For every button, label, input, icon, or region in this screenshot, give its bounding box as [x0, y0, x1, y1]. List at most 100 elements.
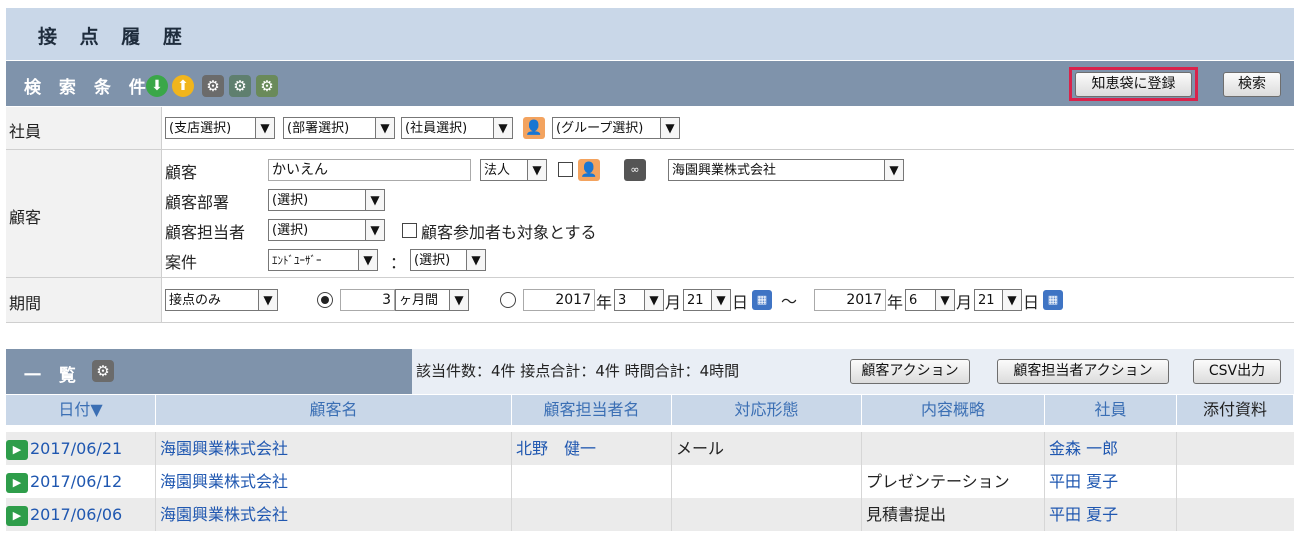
- to-year-input[interactable]: 2017: [814, 289, 886, 311]
- up-arrow-icon[interactable]: ⬆: [172, 75, 194, 97]
- gear-icon[interactable]: ⚙: [92, 360, 114, 382]
- col-contact: 顧客担当者名: [512, 395, 672, 425]
- csv-export-button[interactable]: CSV出力: [1193, 359, 1281, 384]
- chevron-down-icon: ▼: [365, 220, 384, 240]
- from-month-select[interactable]: 3 ▼: [614, 289, 664, 311]
- corp-type-select[interactable]: 法人 ▼: [480, 159, 547, 181]
- customer-dept-value: (選択): [272, 193, 309, 208]
- chevron-down-icon: ▼: [375, 118, 394, 138]
- period-row: 期間 接点のみ ▼ 3 ヶ月間 ▼ 2017 年 3 ▼ 月 21 ▼ 日 ▦ ～ 20…: [6, 278, 1294, 323]
- summary-cell: 見積書提出: [862, 498, 1045, 531]
- company-select[interactable]: 海園興業株式会社 ▼: [668, 159, 904, 181]
- months-radio[interactable]: [317, 292, 333, 308]
- search-conditions-label: 検 索 条 件: [24, 78, 152, 98]
- customer-dept-select[interactable]: (選択) ▼: [268, 189, 385, 211]
- months-input[interactable]: 3: [340, 289, 395, 311]
- gear-search-icon[interactable]: ⚙: [229, 75, 251, 97]
- case-select[interactable]: (選択) ▼: [410, 249, 486, 271]
- col-staff: 社員: [1045, 395, 1177, 425]
- case-label: 案件: [165, 253, 198, 272]
- video-icon[interactable]: ▶: [6, 505, 28, 526]
- chevron-down-icon: ▼: [466, 250, 485, 270]
- date-cell[interactable]: ▶ 2017/06/06: [6, 498, 156, 531]
- list-summary: 該当件数：4件 接点合計：4件 時間合計：4時間: [416, 362, 740, 380]
- col-type: 対応形態: [672, 395, 862, 425]
- staff-link[interactable]: 平田 夏子: [1045, 498, 1177, 531]
- person-icon[interactable]: 👤: [578, 159, 600, 181]
- binoculars-icon[interactable]: ∞: [624, 159, 646, 181]
- group-select[interactable]: (グループ選択) ▼: [552, 117, 680, 139]
- period-mode-select[interactable]: 接点のみ ▼: [165, 289, 278, 311]
- branch-select-value: (支店選択): [169, 121, 232, 136]
- date-range-radio[interactable]: [500, 292, 516, 308]
- search-button[interactable]: 検索: [1223, 72, 1281, 97]
- date-cell[interactable]: ▶ 2017/06/12: [6, 465, 156, 498]
- video-icon[interactable]: ▶: [6, 472, 28, 493]
- chevron-down-icon: ▼: [1002, 290, 1021, 310]
- contact-action-button[interactable]: 顧客担当者アクション: [997, 359, 1169, 384]
- col-date[interactable]: 日付▼: [6, 395, 156, 425]
- date-cell[interactable]: ▶ 2017/06/21: [6, 432, 156, 465]
- company-select-value: 海園興業株式会社: [672, 163, 777, 178]
- staff-link[interactable]: 金森 一郎: [1045, 432, 1177, 465]
- from-day-select[interactable]: 21 ▼: [683, 289, 731, 311]
- staff-select-value: (社員選択): [405, 121, 468, 136]
- chevron-down-icon: ▼: [935, 290, 954, 310]
- page-title-bar: 接 点 履 歴: [6, 8, 1294, 60]
- customer-contact-select[interactable]: (選択) ▼: [268, 219, 385, 241]
- to-calendar-icon[interactable]: ▦: [1043, 290, 1063, 310]
- attach-cell: [1177, 465, 1294, 498]
- customer-link[interactable]: 海園興業株式会社: [156, 498, 512, 531]
- period-fields: 接点のみ ▼ 3 ヶ月間 ▼ 2017 年 3 ▼ 月 21 ▼ 日 ▦ ～ 2017 …: [161, 278, 1294, 322]
- customer-contact-value: (選択): [272, 223, 309, 238]
- from-month-char: 月: [665, 293, 682, 312]
- summary-cell: プレゼンテーション: [862, 465, 1045, 498]
- date-link[interactable]: 2017/06/12: [30, 472, 122, 491]
- case-type-select[interactable]: ｴﾝﾄﾞﾕｰｻﾞｰ ▼: [268, 249, 378, 271]
- date-link[interactable]: 2017/06/21: [30, 439, 122, 458]
- customer-dept-label: 顧客部署: [165, 193, 230, 212]
- summary-cell: [862, 432, 1045, 465]
- list-label: 一 覧: [24, 366, 82, 386]
- staff-link[interactable]: 平田 夏子: [1045, 465, 1177, 498]
- to-month-select[interactable]: 6 ▼: [905, 289, 955, 311]
- to-day-select[interactable]: 21 ▼: [974, 289, 1022, 311]
- case-colon: ：: [390, 253, 407, 272]
- staff-select[interactable]: (社員選択) ▼: [401, 117, 513, 139]
- employee-fields: (支店選択) ▼ (部署選択) ▼ (社員選択) ▼ 👤 (グループ選択) ▼: [161, 107, 1294, 149]
- col-customer: 顧客名: [156, 395, 512, 425]
- attach-cell: [1177, 498, 1294, 531]
- include-participants-label: 顧客参加者も対象とする: [421, 223, 597, 242]
- chevron-down-icon: ▼: [365, 190, 384, 210]
- customer-action-button[interactable]: 顧客アクション: [850, 359, 970, 384]
- customer-link[interactable]: 海園興業株式会社: [156, 432, 512, 465]
- video-icon[interactable]: ▶: [6, 439, 28, 460]
- customer-name-input[interactable]: かいえん: [268, 159, 471, 181]
- register-button[interactable]: 知恵袋に登録: [1075, 72, 1192, 97]
- gear-edit-icon[interactable]: ⚙: [256, 75, 278, 97]
- include-participants-checkbox[interactable]: [402, 223, 417, 238]
- branch-select[interactable]: (支店選択) ▼: [165, 117, 275, 139]
- down-arrow-icon[interactable]: ⬇: [146, 75, 168, 97]
- dept-select[interactable]: (部署選択) ▼: [283, 117, 395, 139]
- corp-checkbox[interactable]: [558, 162, 573, 177]
- months-unit-select[interactable]: ヶ月間 ▼: [395, 289, 469, 311]
- person-icon[interactable]: 👤: [523, 117, 545, 139]
- from-day-char: 日: [732, 293, 749, 312]
- contact-link[interactable]: [512, 498, 672, 531]
- period-label: 期間: [9, 294, 42, 313]
- contact-link[interactable]: [512, 465, 672, 498]
- chevron-down-icon: ▼: [493, 118, 512, 138]
- from-calendar-icon[interactable]: ▦: [752, 290, 772, 310]
- customer-label: 顧客: [9, 208, 42, 227]
- customer-contact-label: 顧客担当者: [165, 223, 246, 242]
- period-mode-value: 接点のみ: [169, 293, 222, 308]
- gear-icon[interactable]: ⚙: [202, 75, 224, 97]
- customer-row: 顧客 顧客 かいえん 法人 ▼ 👤 ∞ 海園興業株式会社 ▼ 顧客部署 (選択) ▼ …: [6, 150, 1294, 278]
- customer-link[interactable]: 海園興業株式会社: [156, 465, 512, 498]
- customer-fields: 顧客 かいえん 法人 ▼ 👤 ∞ 海園興業株式会社 ▼ 顧客部署 (選択) ▼ 顧客担…: [161, 150, 1294, 277]
- employee-row: 社員 (支店選択) ▼ (部署選択) ▼ (社員選択) ▼ 👤 (グループ選択) ▼: [6, 107, 1294, 150]
- date-link[interactable]: 2017/06/06: [30, 505, 122, 524]
- from-year-input[interactable]: 2017: [523, 289, 595, 311]
- contact-link[interactable]: 北野 健一: [512, 432, 672, 465]
